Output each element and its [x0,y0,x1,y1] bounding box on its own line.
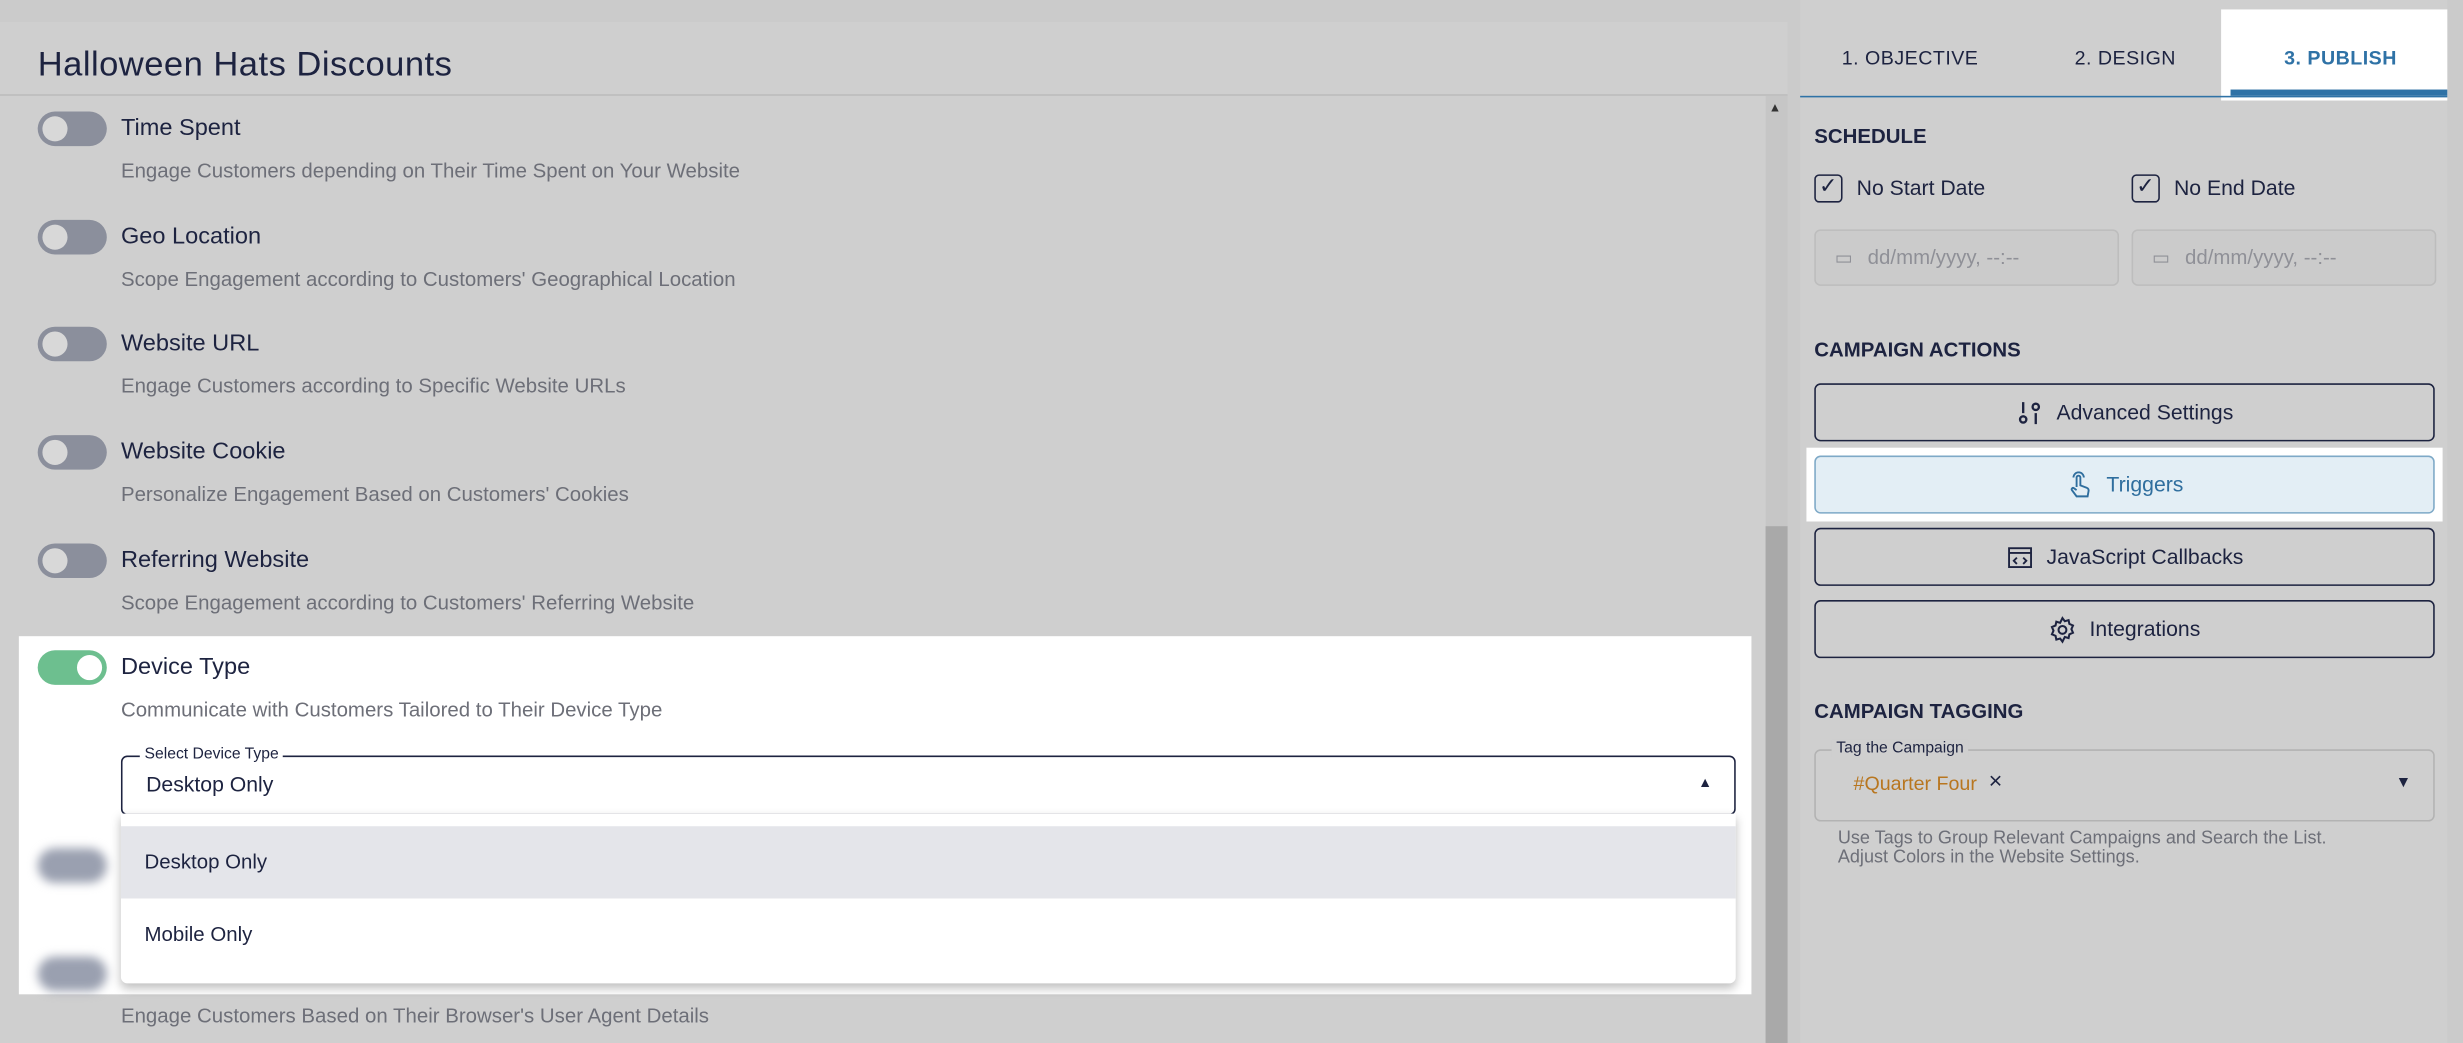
scroll-up-icon[interactable]: ▲ [1769,101,1781,115]
rule-description: Scope Engagement according to Customers'… [120,590,695,615]
app: Halloween Hats Discounts ▲ Time Spent En… [0,0,2463,1043]
end-date-input[interactable]: ▭ dd/mm/yyyy, --:-- [2131,229,2437,286]
toggle-knob [42,548,68,574]
rule-title: Time Spent [120,114,241,142]
rule-title: Device Type [120,653,251,681]
rule-toggle[interactable] [37,111,107,147]
code-window-icon [2007,546,2032,568]
rule-description: Engage Customers according to Specific W… [120,373,626,398]
rule-title: Referring Website [120,546,310,574]
page-title: Halloween Hats Discounts [37,43,453,84]
tab-design[interactable]: 2. DESIGN [2075,47,2176,69]
calendar-icon: ▭ [2151,246,2170,269]
device-type-menu: Desktop Only Mobile Only [120,813,1736,984]
help-line: Adjust Colors in the Website Settings. [1837,848,2140,868]
toggle-knob [42,116,68,142]
rule-toggle[interactable] [37,848,107,883]
rule-title: Website URL [120,329,260,357]
tag-chip: #Quarter Four [1853,772,1977,795]
option-desktop-only[interactable]: Desktop Only [120,826,1736,899]
rule-title: Geo Location [120,223,262,250]
active-tab-indicator [2230,89,2448,96]
toggle-knob [42,224,68,250]
rule-toggle[interactable] [37,435,107,470]
select-value: Desktop Only [146,772,274,797]
tag-campaign-field[interactable]: Tag the Campaign #Quarter Four × ▼ [1814,739,2435,822]
advanced-settings-button[interactable]: Advanced Settings [1814,383,2435,442]
campaign-tagging-heading: CAMPAIGN TAGGING [1814,699,2024,723]
triggers-button[interactable]: Triggers [1814,455,2435,514]
rule-description: Communicate with Customers Tailored to T… [120,697,663,721]
scrollbar-thumb[interactable] [1765,526,1788,1043]
no-end-date-label: No End Date [2173,175,2296,200]
remove-tag-icon[interactable]: × [1989,768,2003,795]
rule-toggle[interactable] [37,326,107,362]
toggle-knob [76,655,103,681]
no-start-date-checkbox[interactable]: ✓ [1814,172,1843,203]
gear-icon [2050,615,2075,643]
field-label: Tag the Campaign [1831,739,1969,758]
rule-description: Engage Customers depending on Their Time… [120,158,741,183]
calendar-icon: ▭ [1834,246,1853,269]
tabs-divider [1800,95,2448,98]
select-label: Select Device Type [139,746,284,764]
start-date-input[interactable]: ▭ dd/mm/yyyy, --:-- [1814,229,2120,286]
tagging-help: Use Tags to Group Relevant Campaigns and… [1838,829,2327,867]
campaign-actions-heading: CAMPAIGN ACTIONS [1814,337,2021,362]
check-icon: ✓ [1818,172,1838,198]
rule-title: Website Cookie [120,438,286,465]
caret-up-icon: ▲ [1698,774,1713,791]
divider [0,94,1788,96]
help-line: Use Tags to Group Relevant Campaigns and… [1837,829,2327,849]
rule-description: Personalize Engagement Based on Customer… [120,482,629,506]
device-type-select[interactable]: Select Device Type Desktop Only ▲ [120,746,1736,816]
rule-toggle[interactable] [37,650,107,685]
no-start-date-label: No Start Date [1856,175,1986,200]
integrations-button[interactable]: Integrations [1814,600,2435,659]
toggle-knob [42,439,68,465]
start-date-placeholder: dd/mm/yyyy, --:-- [1867,245,2020,269]
check-icon: ✓ [2136,172,2155,198]
rule-description: Scope Engagement according to Customers'… [120,267,736,291]
rule-toggle[interactable] [37,219,107,255]
tab-publish[interactable]: 3. PUBLISH [2284,47,2397,69]
no-end-date-checkbox[interactable]: ✓ [2131,172,2160,203]
button-label: Advanced Settings [2056,400,2234,425]
sliders-icon [2019,401,2041,424]
end-date-placeholder: dd/mm/yyyy, --:-- [2184,245,2337,269]
caret-down-icon[interactable]: ▼ [2396,774,2412,791]
rule-description: Engage Customers Based on Their Browser'… [120,1003,710,1028]
rule-toggle[interactable] [37,956,107,992]
button-label: Triggers [2106,472,2184,497]
tab-objective[interactable]: 1. OBJECTIVE [1842,47,1979,69]
schedule-heading: SCHEDULE [1814,124,1927,148]
toggle-knob [42,331,68,357]
rule-toggle[interactable] [37,543,107,579]
button-label: Integrations [2089,617,2201,641]
javascript-callbacks-button[interactable]: JavaScript Callbacks [1814,527,2435,586]
option-mobile-only[interactable]: Mobile Only [121,898,1736,970]
hand-pointer-icon [2070,470,2090,497]
button-label: JavaScript Callbacks [2046,545,2244,569]
